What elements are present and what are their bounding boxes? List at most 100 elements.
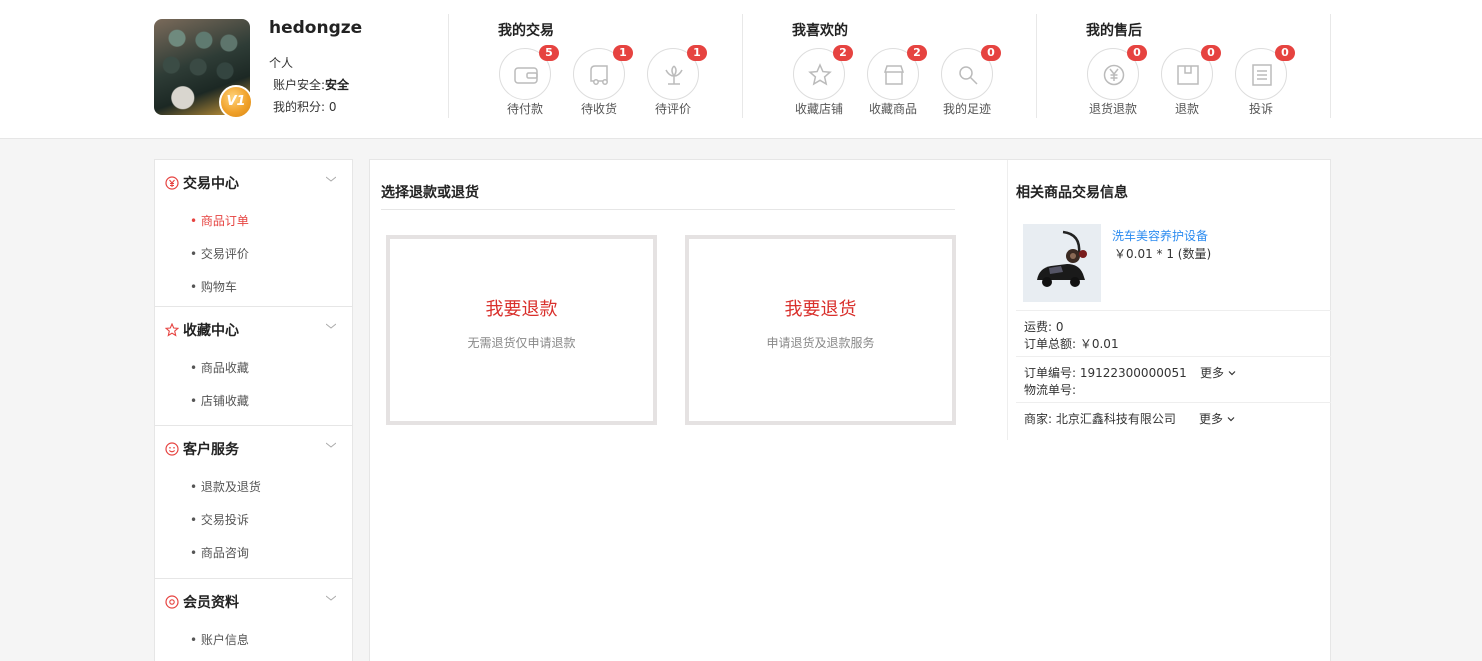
star-icon [808, 63, 832, 86]
sidebar-item-product-inquiry[interactable]: • 商品咨询 [155, 536, 352, 578]
more-label: 更多 [1200, 366, 1225, 380]
product-price: ￥0.01 * 1 (数量) [1114, 247, 1212, 261]
favorite-products-button[interactable]: 2 收藏商品 [866, 45, 927, 116]
count-badge: 1 [687, 45, 707, 61]
logistics-number: 物流单号: [1024, 383, 1077, 397]
more-label: 更多 [1199, 412, 1224, 426]
sidebar-section-member: 会员资料 • 账户信息 [155, 579, 352, 656]
count-badge: 1 [613, 45, 633, 61]
sidebar-item-label: • 交易投诉 [190, 513, 249, 527]
group-title-favorites: 我喜欢的 [792, 23, 848, 39]
star-outline-icon [165, 323, 179, 337]
truck-icon [590, 65, 608, 85]
vip-level-badge: V1 [219, 85, 253, 119]
divider [1330, 14, 1331, 118]
count-badge: 0 [1127, 45, 1147, 61]
sidebar-item-cart[interactable]: • 购物车 [155, 270, 352, 306]
refund-button[interactable]: 0 退款 [1160, 45, 1221, 116]
group-title-trade: 我的交易 [498, 23, 554, 39]
account-security: 账户安全:安全 [273, 76, 349, 93]
chevron-down-icon [326, 442, 336, 448]
store-icon [883, 65, 905, 85]
divider [381, 209, 955, 210]
refund-subtitle: 无需退货仅申请退款 [467, 336, 576, 350]
wallet-icon [514, 67, 538, 84]
item-label: 待付款 [506, 102, 543, 116]
sidebar-section-title: 交易中心 [183, 176, 239, 192]
sidebar-section-title: 会员资料 [183, 595, 239, 611]
return-refund-button[interactable]: 0 退货退款 [1086, 45, 1147, 116]
complaint-button[interactable]: 0 投诉 [1234, 45, 1295, 116]
product-image[interactable] [1023, 224, 1101, 302]
chevron-down-icon [1227, 417, 1235, 422]
product-name-link[interactable]: 洗车美容养护设备 [1112, 227, 1208, 244]
sidebar-section-trade: 交易中心 • 商品订单 • 交易评价 • 购物车 [155, 160, 352, 307]
divider [1016, 356, 1331, 357]
main-panel: 选择退款或退货 我要退款 无需退货仅申请退款 我要退货 申请退货及退款服务 相关… [369, 159, 1331, 661]
favorite-stores-button[interactable]: 2 收藏店铺 [792, 45, 853, 116]
group-title-aftersales: 我的售后 [1086, 23, 1142, 39]
sidebar-section-service: 客户服务 • 退款及退货 • 交易投诉 • 商品咨询 [155, 426, 352, 579]
sidebar-section-header[interactable]: 会员资料 [155, 579, 352, 623]
transaction-icon [165, 176, 179, 190]
avatar[interactable]: V1 [154, 19, 253, 119]
count-badge: 5 [539, 45, 559, 61]
item-label: 投诉 [1248, 102, 1273, 116]
box-icon [1177, 65, 1199, 85]
account-security-label: 账户安全: [273, 78, 326, 92]
divider [1016, 310, 1331, 311]
footprint-button[interactable]: 0 我的足迹 [940, 45, 1001, 116]
profile-header: V1 hedongze 个人 账户安全:安全 我的积分: 0 我的交易 5 待付… [0, 0, 1482, 139]
divider [448, 14, 449, 118]
sidebar-item-trade-complaints[interactable]: • 交易投诉 [155, 503, 352, 536]
sidebar-item-label: • 购物车 [190, 280, 237, 294]
smile-icon [165, 442, 179, 456]
points: 我的积分: 0 [273, 100, 337, 114]
item-label: 退货退款 [1088, 102, 1137, 116]
pending-review-button[interactable]: 1 待评价 [646, 45, 707, 116]
refund-title: 我要退款 [485, 299, 558, 320]
sidebar-section-header[interactable]: 客户服务 [155, 426, 352, 470]
chevron-down-icon [1228, 371, 1236, 376]
item-label: 待收货 [580, 102, 617, 116]
sidebar-item-label: • 账户信息 [190, 633, 249, 647]
account-security-value: 安全 [325, 78, 350, 92]
divider [1036, 14, 1037, 118]
count-badge: 0 [1201, 45, 1221, 61]
divider [1016, 402, 1331, 403]
sidebar-item-product-orders[interactable]: • 商品订单 [155, 204, 352, 237]
sidebar-section-title: 客户服务 [183, 442, 239, 458]
sidebar-item-trade-reviews[interactable]: • 交易评价 [155, 237, 352, 270]
sidebar-section-header[interactable]: 交易中心 [155, 160, 352, 204]
item-label: 待评价 [654, 102, 691, 116]
merchant-more-button[interactable]: 更多 [1199, 410, 1235, 427]
refund-only-button[interactable]: 我要退款 无需退货仅申请退款 [386, 235, 657, 425]
member-icon [165, 595, 179, 609]
sidebar: 交易中心 • 商品订单 • 交易评价 • 购物车 收藏中心 • 商品收藏 • 店… [154, 159, 353, 661]
item-label: 退款 [1174, 102, 1199, 116]
sidebar-item-account-info[interactable]: • 账户信息 [155, 623, 352, 656]
sidebar-item-label: • 商品咨询 [190, 546, 249, 560]
related-info-title: 相关商品交易信息 [1016, 185, 1128, 201]
order-more-button[interactable]: 更多 [1200, 364, 1236, 381]
return-title: 我要退货 [784, 299, 857, 320]
document-icon [1252, 64, 1272, 86]
footprint-icon [959, 66, 978, 85]
sidebar-item-label: • 商品收藏 [190, 361, 249, 375]
sidebar-item-store-favorites[interactable]: • 店铺收藏 [155, 384, 352, 425]
pending-receipt-button[interactable]: 1 待收货 [572, 45, 633, 116]
shipping-fee: 运费: 0 [1024, 320, 1064, 334]
sidebar-section-favorites: 收藏中心 • 商品收藏 • 店铺收藏 [155, 307, 352, 426]
yuan-icon [1103, 64, 1125, 86]
pending-payment-button[interactable]: 5 待付款 [498, 45, 559, 116]
return-goods-button[interactable]: 我要退货 申请退货及退款服务 [685, 235, 956, 425]
page-title: 选择退款或退货 [381, 185, 479, 201]
sidebar-item-product-favorites[interactable]: • 商品收藏 [155, 351, 352, 384]
sidebar-section-header[interactable]: 收藏中心 [155, 307, 352, 351]
account-type: 个人 [269, 56, 294, 70]
chevron-down-icon [326, 595, 336, 601]
sidebar-item-refunds-returns[interactable]: • 退款及退货 [155, 470, 352, 503]
count-badge: 0 [1275, 45, 1295, 61]
username: hedongze [269, 18, 363, 38]
chevron-down-icon [326, 176, 336, 182]
